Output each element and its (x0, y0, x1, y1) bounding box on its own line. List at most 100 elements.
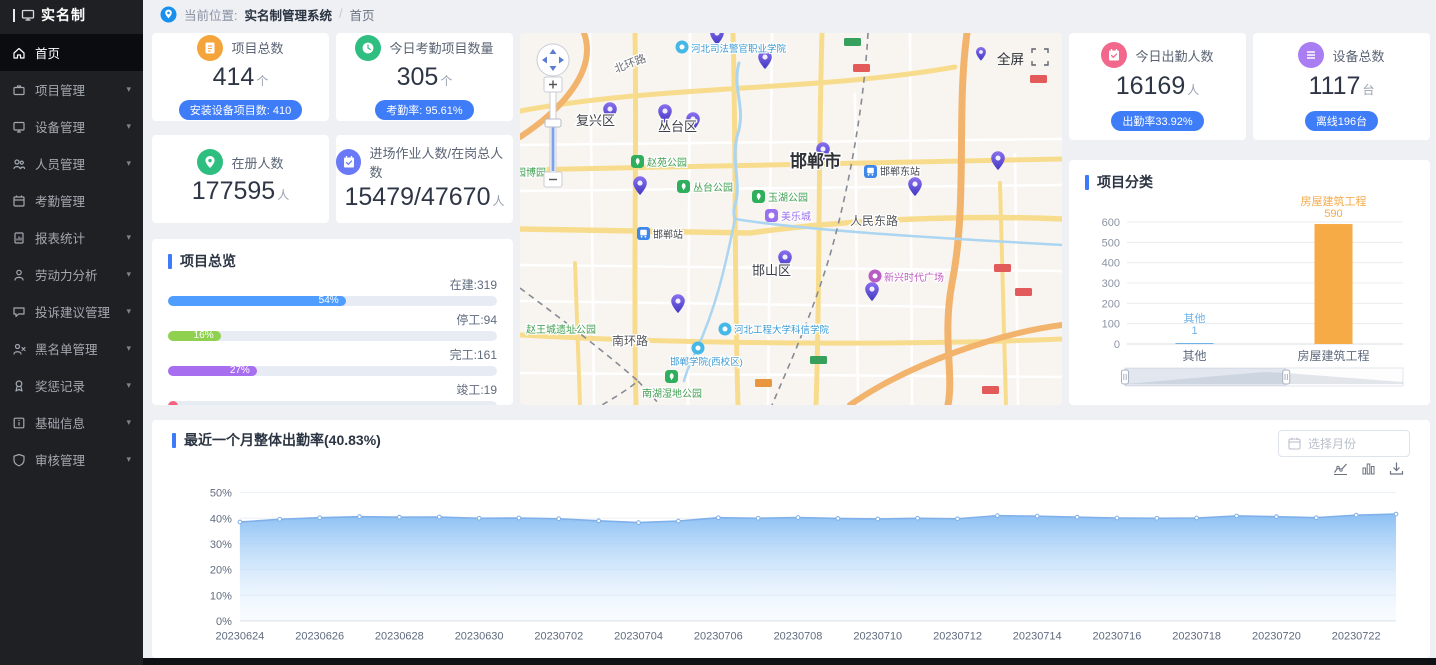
svg-text:20230626: 20230626 (295, 630, 344, 642)
month-picker-input[interactable]: 选择月份 (1278, 430, 1410, 457)
overview-bar-track: 16% (168, 331, 497, 341)
map-compass-control[interactable] (537, 44, 569, 76)
overview-bars: 在建:31954%停工:9416%完工:16127%竣工:19筹备:1 (168, 276, 497, 405)
line-chart-icon[interactable] (1333, 461, 1348, 476)
svg-text:河北司法警官职业学院: 河北司法警官职业学院 (691, 43, 787, 55)
sidebar-item-report[interactable]: 报表统计▾ (0, 219, 143, 256)
stat-card-unit: 人 (277, 188, 289, 202)
breadcrumb: 当前位置: 实名制管理系统 / 首页 (143, 0, 1436, 28)
download-icon[interactable] (1389, 461, 1404, 476)
map-canvas[interactable]: 复兴区 丛台区 邯山区 邯郸市 北环路 人民东路 南环路 赵苑公园 丛台公园 玉… (520, 33, 1062, 405)
stat-card-title: 项目总数 (231, 38, 283, 57)
svg-text:20230706: 20230706 (694, 630, 743, 642)
sidebar-item-label: 项目管理 (35, 80, 85, 99)
sidebar-item-label: 劳动力分析 (35, 265, 98, 284)
report-icon (12, 231, 26, 245)
sidebar-item-label: 考勤管理 (35, 191, 85, 210)
sidebar-item-blacklist[interactable]: 黑名单管理▾ (0, 330, 143, 367)
svg-text:20230704: 20230704 (614, 630, 663, 642)
svg-text:20230720: 20230720 (1252, 630, 1301, 642)
svg-text:20230716: 20230716 (1093, 630, 1142, 642)
right-column: 今日出勤人数16169人出勤率33.92%设备总数1117台离线196台 项目分… (1069, 33, 1430, 405)
sidebar-item-complaint[interactable]: 投诉建议管理▾ (0, 293, 143, 330)
attendance-area-chart[interactable]: 0%10%20%30%40%50%20230624202306262023062… (172, 476, 1410, 654)
top-row: 项目总数414个安装设备项目数: 410今日考勤项目数量305个考勤率: 95.… (152, 33, 1430, 405)
main-area: 当前位置: 实名制管理系统 / 首页 项目总数414个安装设备项目数: 410今… (143, 0, 1436, 665)
svg-text:复兴区: 复兴区 (576, 113, 615, 128)
sidebar-item-label: 投诉建议管理 (35, 302, 110, 321)
svg-text:丛台区: 丛台区 (658, 119, 697, 134)
sidebar-item-device[interactable]: 设备管理▾ (0, 108, 143, 145)
stat-card-value: 1117台 (1309, 72, 1375, 104)
sidebar-item-label: 首页 (35, 43, 60, 62)
svg-text:500: 500 (1102, 237, 1120, 249)
overview-bar-row: 停工:94 16% (168, 311, 497, 341)
overview-bar-label: 停工:94 (168, 311, 497, 328)
chevron-down-icon: ▾ (126, 269, 131, 280)
classify-bar-chart[interactable]: 0100200300400500600其他1其他房屋建筑工程590房屋建筑工程 (1085, 192, 1414, 399)
svg-text:600: 600 (1102, 217, 1120, 229)
svg-text:300: 300 (1102, 278, 1120, 290)
list-icon (1298, 42, 1324, 68)
svg-text:400: 400 (1102, 258, 1120, 270)
overview-bar-percent: 16% (194, 330, 214, 342)
month-picker-placeholder: 选择月份 (1308, 435, 1356, 452)
sidebar-item-label: 奖惩记录 (35, 376, 85, 395)
overview-bar-row: 竣工:19 (168, 381, 497, 405)
bottom-strip (143, 658, 1436, 665)
sidebar-item-reward[interactable]: 奖惩记录▾ (0, 367, 143, 404)
monitor-icon (21, 8, 35, 22)
overview-bar-track: 27% (168, 366, 497, 376)
sidebar-item-home[interactable]: 首页 (0, 34, 143, 71)
sidebar-item-personnel[interactable]: 人员管理▾ (0, 145, 143, 182)
breadcrumb-current[interactable]: 首页 (349, 5, 374, 24)
sidebar-item-label: 设备管理 (35, 117, 85, 136)
info-icon (12, 416, 26, 430)
sidebar-item-audit[interactable]: 审核管理▾ (0, 441, 143, 478)
logo-text: 实名制 (41, 5, 86, 25)
svg-text:房屋建筑工程: 房屋建筑工程 (1301, 194, 1367, 208)
sidebar-item-basicinfo[interactable]: 基础信息 ▾ (0, 404, 143, 441)
stat-card-value: 15479/47670人 (345, 183, 505, 215)
document-icon (197, 35, 223, 61)
svg-text:20%: 20% (210, 565, 232, 577)
svg-text:赵王城遗址公园: 赵王城遗址公园 (526, 323, 596, 336)
sidebar-item-attendance[interactable]: 考勤管理 (0, 182, 143, 219)
panel-title: 项目总览 (168, 251, 497, 271)
svg-text:100: 100 (1102, 319, 1120, 331)
overview-bar-fill: 16% (168, 331, 221, 341)
bar-chart-icon[interactable] (1361, 461, 1376, 476)
svg-text:20230708: 20230708 (774, 630, 823, 642)
person-x-icon (12, 342, 26, 356)
svg-text:南湖湿地公园: 南湖湿地公园 (642, 387, 702, 400)
sidebar-item-project[interactable]: 项目管理▾ (0, 71, 143, 108)
map-panel[interactable]: 复兴区 丛台区 邯山区 邯郸市 北环路 人民东路 南环路 赵苑公园 丛台公园 玉… (520, 33, 1062, 405)
overview-bar-fill (168, 401, 178, 405)
svg-text:人民东路: 人民东路 (850, 213, 898, 228)
chevron-down-icon: ▾ (126, 417, 131, 428)
breadcrumb-root[interactable]: 实名制管理系统 (244, 5, 332, 24)
stat-card-device-total: 设备总数1117台离线196台 (1253, 33, 1430, 140)
svg-text:40%: 40% (210, 513, 232, 525)
title-accent-bar (1085, 175, 1089, 190)
stat-card-registered: 在册人数177595人 (152, 135, 329, 223)
svg-text:南环路: 南环路 (612, 333, 648, 348)
sidebar-item-labor[interactable]: 劳动力分析 ▾ (0, 256, 143, 293)
svg-text:邯山区: 邯山区 (752, 263, 791, 278)
stat-card-badge: 出勤率33.92% (1111, 111, 1203, 131)
stat-card-unit: 人 (1187, 83, 1199, 97)
sidebar-item-label: 基础信息 (35, 413, 85, 432)
sidebar-item-label: 审核管理 (35, 450, 85, 469)
chat-icon (12, 305, 26, 319)
calendar-icon (12, 194, 26, 208)
svg-text:20230624: 20230624 (215, 630, 264, 642)
calendar-check-icon (336, 149, 361, 175)
svg-text:30%: 30% (210, 539, 232, 551)
calendar-icon (1288, 437, 1301, 450)
stat-card-title: 进场作业人数/在岗总人数 (369, 143, 513, 181)
overview-bar-fill: 27% (168, 366, 257, 376)
project-overview-panel: 项目总览 在建:31954%停工:9416%完工:16127%竣工:19筹备:1 (152, 239, 513, 405)
sidebar-item-label: 人员管理 (35, 154, 85, 173)
overview-bar-fill: 54% (168, 296, 346, 306)
stat-card-title: 设备总数 (1332, 46, 1384, 65)
